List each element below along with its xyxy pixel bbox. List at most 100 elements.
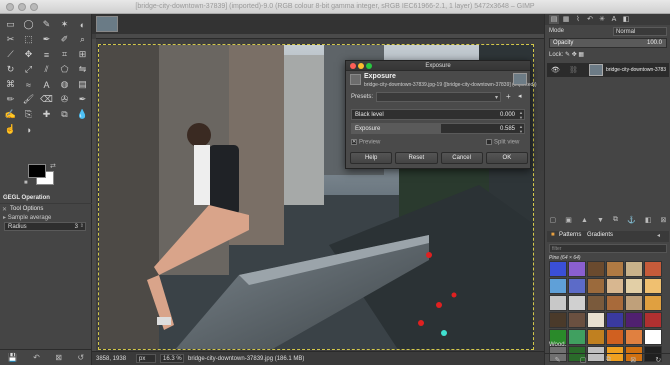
black-level-slider[interactable]: Black level 0.000 ▲ ▼	[351, 109, 525, 120]
layer-row[interactable]: 👁 ⛓ bridge-city-downtown-3783	[547, 63, 669, 77]
zoom-selector[interactable]: 16.3 %	[160, 354, 184, 363]
lock-alpha-icon[interactable]: ▦	[578, 52, 584, 58]
color-select-icon[interactable]: ◐	[74, 17, 91, 32]
exposure-spin-icon[interactable]: ▲ ▼	[519, 124, 523, 134]
move-icon[interactable]: ✥	[20, 47, 37, 62]
fuzzy-select-icon[interactable]: ✶	[56, 17, 73, 32]
panel-menu-icon[interactable]: ◂	[657, 232, 660, 239]
pattern-swatch[interactable]	[606, 312, 624, 328]
sample-average-toggle[interactable]: ▸ Sample average	[3, 214, 51, 221]
exposure-slider[interactable]: Exposure 0.585 ▲ ▼	[351, 123, 525, 134]
pattern-swatch[interactable]	[625, 261, 643, 277]
pattern-swatch[interactable]	[587, 295, 605, 311]
pattern-swatch[interactable]	[549, 312, 567, 328]
reset-tool-options-icon[interactable]: ↺	[78, 353, 85, 362]
mode-dropdown[interactable]: Normal	[613, 27, 667, 36]
heal-icon[interactable]: ✚	[38, 107, 55, 122]
flip-icon[interactable]: ⇋	[74, 62, 91, 77]
rect-select-icon[interactable]: ▭	[2, 17, 19, 32]
pattern-swatch[interactable]	[644, 329, 662, 345]
pattern-duplicate-icon[interactable]: ⧉	[606, 356, 611, 364]
black-level-spin-icon[interactable]: ▲ ▼	[519, 110, 523, 120]
tab-tool-options[interactable]: Tool Options	[10, 206, 43, 212]
unit-selector[interactable]: px	[136, 354, 156, 363]
help-button[interactable]: Help	[350, 152, 393, 164]
delete-tool-preset-icon[interactable]: ⊠	[55, 353, 62, 362]
pattern-swatch[interactable]	[625, 312, 643, 328]
presets-dropdown[interactable]: ▾	[376, 92, 501, 102]
blur-icon[interactable]: 💧	[74, 107, 91, 122]
color-picker-icon[interactable]: ✐	[56, 32, 73, 47]
new-layer-icon[interactable]: ▢	[550, 216, 557, 224]
pattern-swatch[interactable]	[606, 329, 624, 345]
ink-icon[interactable]: ✒	[74, 92, 91, 107]
perspective-clone-icon[interactable]: ⧉	[56, 107, 73, 122]
new-group-icon[interactable]: ▣	[565, 216, 572, 224]
scale-icon[interactable]: ⤢	[20, 62, 37, 77]
ok-button[interactable]: OK	[485, 152, 528, 164]
unified-transform-icon[interactable]: ⊞	[74, 47, 91, 62]
pattern-new-icon[interactable]: ▢	[580, 356, 587, 364]
measure-icon[interactable]: ⟋	[2, 47, 19, 62]
pattern-swatch[interactable]	[587, 278, 605, 294]
pattern-swatch[interactable]	[587, 261, 605, 277]
ellipse-select-icon[interactable]: ◯	[20, 17, 37, 32]
tab-layers[interactable]: ▤	[549, 15, 559, 24]
pattern-swatch[interactable]	[625, 295, 643, 311]
pattern-swatch[interactable]	[587, 329, 605, 345]
pattern-refresh-icon[interactable]: ↻	[655, 356, 661, 364]
pattern-swatch[interactable]	[606, 261, 624, 277]
pattern-swatch[interactable]	[644, 278, 662, 294]
tab-gradients[interactable]: Gradients	[587, 232, 613, 238]
preset-menu-icon[interactable]: ◂	[518, 92, 522, 100]
anchor-icon[interactable]: ⚓	[627, 216, 636, 224]
pattern-swatch[interactable]	[549, 261, 567, 277]
gradient-icon[interactable]: ▤	[74, 77, 91, 92]
add-preset-icon[interactable]: +	[506, 92, 511, 101]
scissors-icon[interactable]: ✂	[2, 32, 19, 47]
bucket-fill-icon[interactable]: ◍	[56, 77, 73, 92]
raise-layer-icon[interactable]: ▲	[581, 217, 588, 224]
pattern-swatch[interactable]	[568, 295, 586, 311]
tab-channels[interactable]: ▦	[561, 15, 571, 24]
dialog-zoom-button[interactable]	[366, 63, 372, 69]
pattern-swatch[interactable]	[606, 278, 624, 294]
tab-paths[interactable]: ⌇	[573, 15, 583, 24]
opacity-slider[interactable]: Opacity 100.0	[549, 38, 667, 48]
mask-icon[interactable]: ◧	[645, 216, 652, 224]
pattern-swatch[interactable]	[644, 295, 662, 311]
duplicate-layer-icon[interactable]: ⧉	[613, 216, 618, 224]
pattern-delete-icon[interactable]: ⊠	[630, 356, 636, 364]
delete-layer-icon[interactable]: ⊠	[661, 216, 667, 224]
clone-icon[interactable]: ⎘	[20, 107, 37, 122]
pattern-swatch[interactable]	[568, 329, 586, 345]
reset-button[interactable]: Reset	[395, 152, 438, 164]
dialog-close-button[interactable]	[350, 63, 356, 69]
shear-icon[interactable]: ⫽	[38, 62, 55, 77]
pattern-swatch[interactable]	[606, 295, 624, 311]
pattern-swatch[interactable]	[568, 312, 586, 328]
mypaint-brush-icon[interactable]: ✍	[2, 107, 19, 122]
eraser-icon[interactable]: ⌫	[38, 92, 55, 107]
tab-patterns[interactable]: Patterns	[559, 232, 581, 238]
lower-layer-icon[interactable]: ▼	[597, 217, 604, 224]
cage-transform-icon[interactable]: ⌘	[2, 77, 19, 92]
paths-icon[interactable]: ✒	[38, 32, 55, 47]
paintbrush-icon[interactable]: 🖌	[20, 92, 37, 107]
smudge-icon[interactable]: ☝	[2, 122, 19, 137]
foreground-select-icon[interactable]: ⬚	[20, 32, 37, 47]
pattern-swatch[interactable]	[625, 278, 643, 294]
pattern-swatch[interactable]	[625, 329, 643, 345]
pattern-swatch[interactable]	[644, 261, 662, 277]
pattern-swatch[interactable]	[568, 278, 586, 294]
radius-spin-icon[interactable]: ⇕	[80, 223, 84, 229]
pattern-swatch[interactable]	[587, 312, 605, 328]
pattern-swatch[interactable]	[549, 278, 567, 294]
free-select-icon[interactable]: ✎	[38, 17, 55, 32]
cancel-button[interactable]: Cancel	[440, 152, 483, 164]
airbrush-icon[interactable]: ✇	[56, 92, 73, 107]
visibility-eye-icon[interactable]: 👁	[551, 66, 560, 74]
tab-fonts[interactable]: A	[609, 15, 619, 24]
dialog-minimize-button[interactable]	[358, 63, 364, 69]
pattern-swatch[interactable]	[644, 312, 662, 328]
